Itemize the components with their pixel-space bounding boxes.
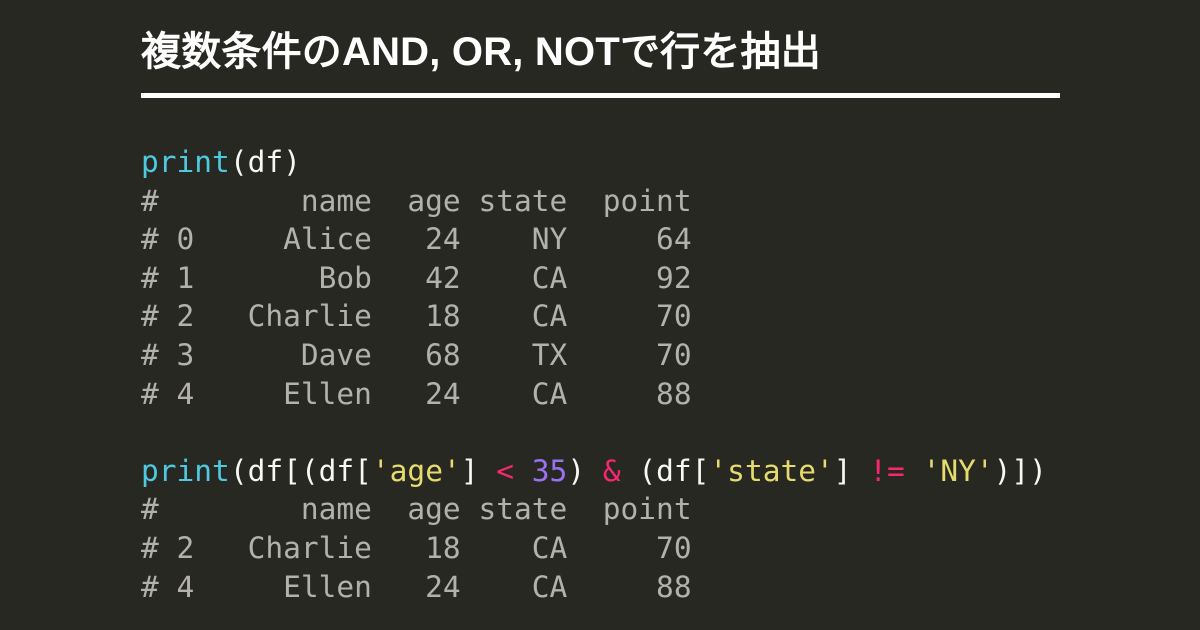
- print-filtered-block-output-row: # 4 Ellen 24 CA 88: [141, 569, 692, 604]
- code-token-function: print: [141, 453, 230, 488]
- title-block: 複数条件のAND, OR, NOTで行を抽出: [141, 26, 1060, 98]
- title-divider: [141, 93, 1060, 98]
- print-df-block-output-row: # 0 Alice 24 NY 64: [141, 222, 692, 257]
- print-df-block-output-header: # name age state point: [141, 183, 692, 218]
- print-df-block-output-row: # 2 Charlie 18 CA 70: [141, 299, 692, 334]
- code-token-operator: &: [602, 453, 621, 488]
- code-token-plain: ]: [460, 453, 497, 488]
- code-token-operator: <: [496, 453, 515, 488]
- code-token-string: 'state': [709, 453, 834, 488]
- code-token-plain: ): [567, 453, 603, 488]
- page-title: 複数条件のAND, OR, NOTで行を抽出: [141, 30, 821, 74]
- print-df-block-statement: print(df): [141, 143, 1047, 182]
- code-token-plain: ]: [833, 453, 870, 488]
- print-filtered-block-output-header: # name age state point: [141, 492, 692, 527]
- code-token-function: print: [141, 145, 230, 179]
- code-token-number: 35: [531, 453, 568, 488]
- code-token-string: 'age': [371, 453, 461, 488]
- code-token-plain: (df): [229, 145, 301, 179]
- print-df-block-output-row: # 4 Ellen 24 CA 88: [141, 376, 692, 411]
- code-token-operator: !=: [869, 453, 905, 488]
- slide-canvas: 複数条件のAND, OR, NOTで行を抽出 print(df) # name a…: [0, 0, 1200, 630]
- code-token-string: 'NY': [922, 453, 994, 488]
- code-token-plain: (df[(df[: [229, 453, 372, 488]
- print-df-block-output-row: # 1 Bob 42 CA 92: [141, 260, 692, 295]
- print-df-block-output-row: # 3 Dave 68 TX 70: [141, 337, 692, 372]
- code-token-plain: )]): [993, 453, 1047, 488]
- print-filtered-block-statement: print(df[(df['age'] < 35) & (df['state']…: [141, 452, 1047, 491]
- code-area: print(df) # name age state point # 0 Alice…: [141, 143, 1047, 606]
- code-token-plain: (df[: [620, 453, 710, 488]
- print-filtered-block-output-row: # 2 Charlie 18 CA 70: [141, 530, 692, 565]
